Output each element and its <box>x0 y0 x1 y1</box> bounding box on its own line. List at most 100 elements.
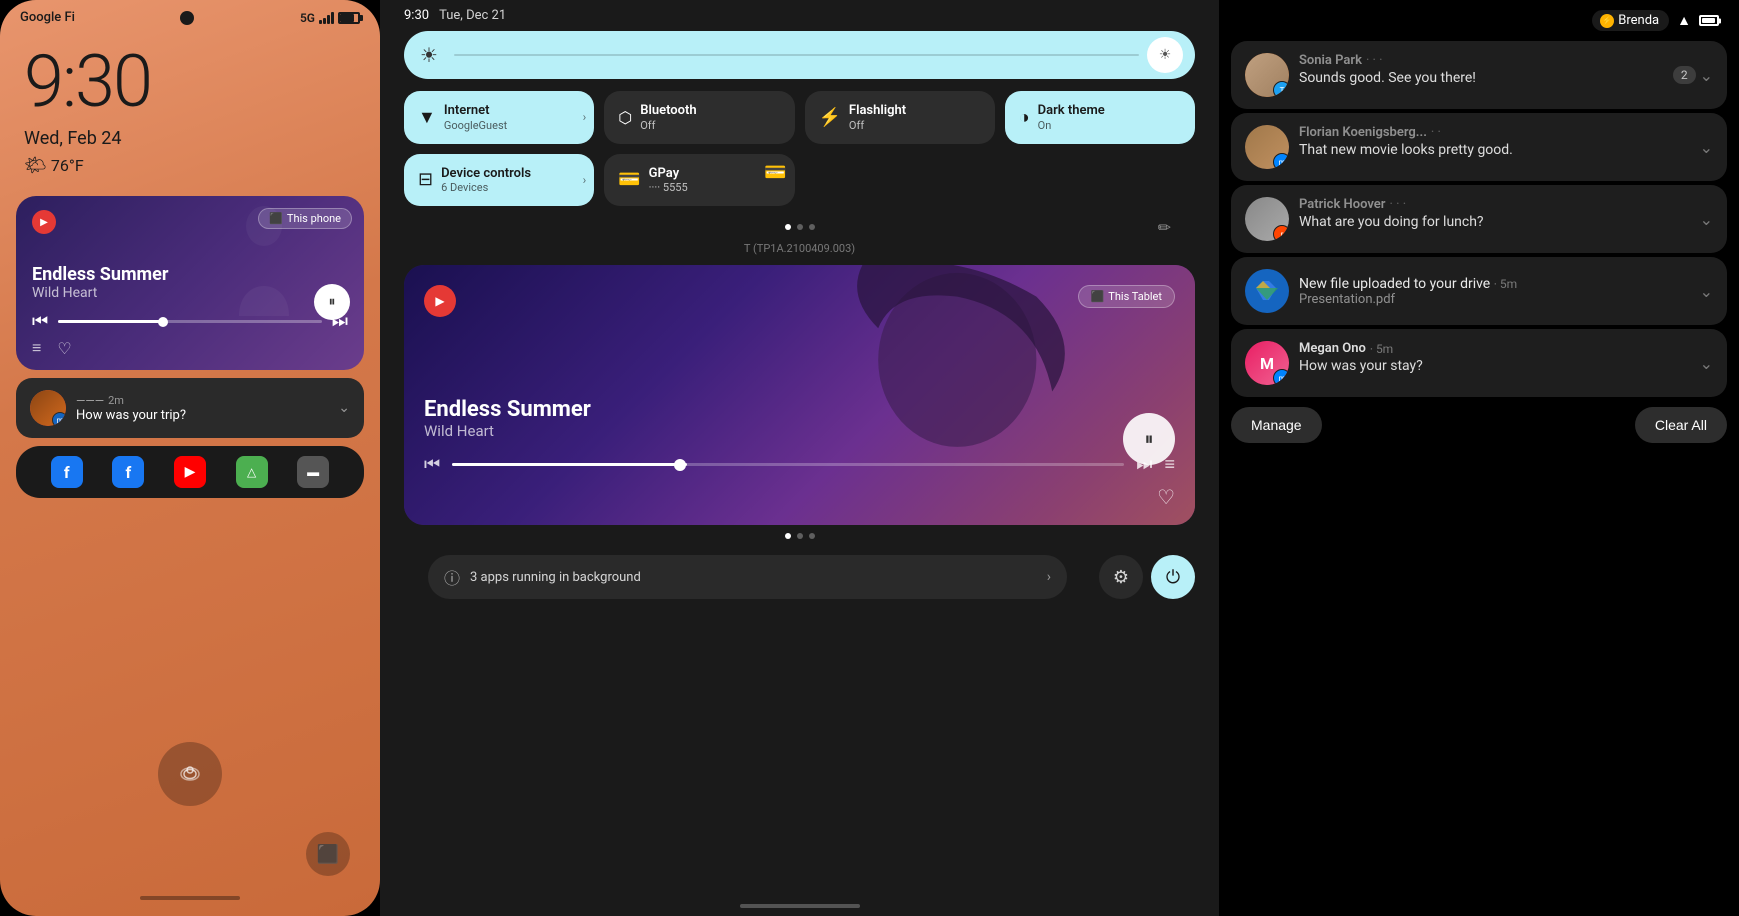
phone-dock-facebook[interactable]: f <box>51 456 83 488</box>
flashlight-icon: ⚡ <box>819 107 841 128</box>
phone-recent-apps-button[interactable]: ⬛ <box>306 832 350 876</box>
qs-dot-1 <box>785 224 791 230</box>
notif-sonia-expand[interactable]: 2 ⌄ <box>1673 66 1713 85</box>
phone-status-bar: Google Fi 5G <box>0 0 380 29</box>
tablet-settings-button[interactable]: ⚙ <box>1099 555 1143 599</box>
notif-drive-subtitle: Presentation.pdf <box>1299 292 1690 307</box>
quick-settings-container: ☀ ☀ ▼ Internet GoogleGuest › ⬡ <box>380 31 1219 255</box>
gpay-card-icon: 💳 <box>764 162 786 183</box>
phone-music-badge-text: This phone <box>287 212 341 225</box>
notif-florian-expand[interactable]: ⌄ <box>1700 138 1713 157</box>
notif-megan-expand[interactable]: ⌄ <box>1700 354 1713 373</box>
flashlight-subtitle: Off <box>849 119 906 132</box>
phone-signal-bars <box>319 12 334 24</box>
qs-tile-internet[interactable]: ▼ Internet GoogleGuest › <box>404 91 594 144</box>
notifications-panel: ⚡ Brenda ▲ T Sonia Park · · · Sounds <box>1219 0 1739 916</box>
brightness-icon: ☀ <box>420 43 438 67</box>
signal-bar-4 <box>331 12 334 24</box>
phone-status-right: 5G <box>300 11 360 25</box>
notification-list: T Sonia Park · · · Sounds good. See you … <box>1219 41 1739 397</box>
notif-item-patrick[interactable]: r Patrick Hoover · · · What are you doin… <box>1231 185 1727 253</box>
notif-patrick-content: Patrick Hoover · · · What are you doing … <box>1299 197 1690 230</box>
phone-dock-app4[interactable]: △ <box>236 456 268 488</box>
notif-sonia-content: Sonia Park · · · Sounds good. See you th… <box>1299 53 1663 86</box>
notif-battery-fill <box>1702 18 1715 23</box>
qs-tile-gpay[interactable]: 💳 GPay ···· 5555 💳 <box>604 154 794 207</box>
brightness-slider[interactable]: ☀ ☀ <box>404 31 1195 79</box>
tablet-music-artist: Wild Heart <box>424 422 1175 440</box>
tablet-progress-thumb <box>674 459 686 471</box>
qs-tile-flashlight[interactable]: ⚡ Flashlight Off <box>805 91 995 144</box>
notif-patrick-name: Patrick Hoover <box>1299 197 1385 212</box>
bluetooth-label: Bluetooth Off <box>640 103 696 132</box>
notif-florian-name: Florian Koenigsberg... <box>1299 125 1427 140</box>
notif-patrick-expand[interactable]: ⌄ <box>1700 210 1713 229</box>
tablet-music-card[interactable]: ▶ ⬛ This Tablet Endless Summer Wild Hear… <box>404 265 1195 525</box>
brightness-thumb-icon: ☀ <box>1159 47 1172 63</box>
notif-clearall-button[interactable]: Clear All <box>1635 407 1727 443</box>
notif-status-name-text: Brenda <box>1618 13 1659 28</box>
internet-label: Internet GoogleGuest <box>444 103 507 132</box>
notif-item-drive[interactable]: New file uploaded to your drive · 5m Pre… <box>1231 257 1727 325</box>
brightness-track-line <box>454 54 1139 56</box>
dark-theme-subtitle: On <box>1038 119 1105 132</box>
flashlight-label: Flashlight Off <box>849 103 906 132</box>
signal-bar-2 <box>323 18 326 24</box>
phone-queue-icon[interactable]: ≡ <box>32 338 41 358</box>
background-apps-row: ⓘ 3 apps running in background › ⚙ ⏻ <box>380 547 1219 607</box>
phone-progress-bar[interactable] <box>58 320 322 323</box>
phone-prev-button[interactable]: ⏮ <box>32 311 48 332</box>
notif-drive-expand[interactable]: ⌄ <box>1700 282 1713 301</box>
notif-item-florian[interactable]: m Florian Koenigsberg... · · That new mo… <box>1231 113 1727 181</box>
gpay-title: GPay <box>649 166 688 182</box>
tablet-music-heart-button[interactable]: ♡ <box>1157 485 1175 509</box>
signal-bar-1 <box>319 20 322 24</box>
messenger-icon: m <box>1278 158 1285 167</box>
notif-megan-app-badge: m <box>1273 369 1289 385</box>
notif-item-sonia[interactable]: T Sonia Park · · · Sounds good. See you … <box>1231 41 1727 109</box>
notif-sonia-message: Sounds good. See you there! <box>1299 70 1663 86</box>
tablet-progress-bar[interactable] <box>452 463 1124 466</box>
tablet-home-indicator <box>740 904 860 908</box>
notif-patrick-sender-row: Patrick Hoover · · · <box>1299 197 1690 212</box>
phone-music-play-button[interactable]: ⏸ <box>314 284 350 320</box>
phone-music-device-badge: ⬛ This phone <box>258 208 352 229</box>
phone-notif-expand-icon[interactable]: ⌄ <box>338 400 350 416</box>
signal-bar-3 <box>327 15 330 24</box>
internet-chevron-icon: › <box>583 110 587 124</box>
qs-page-dots <box>785 224 815 230</box>
phone-heart-icon[interactable]: ♡ <box>57 339 71 358</box>
tablet-music-play-button[interactable]: ⏸ <box>1123 413 1175 465</box>
notif-megan-time: · 5m <box>1370 342 1393 356</box>
reddit-icon: r <box>1281 230 1284 239</box>
phone-dock-facebook2[interactable]: f <box>112 456 144 488</box>
tablet-time: 9:30 <box>404 8 429 23</box>
phone-weather-temp: 76°F <box>51 156 84 175</box>
phone-dock-youtube[interactable]: ▶ <box>174 456 206 488</box>
notif-patrick-message: What are you doing for lunch? <box>1299 214 1690 230</box>
qs-tile-dark-theme[interactable]: ◑ Dark theme On <box>1005 91 1195 144</box>
tablet-prev-button[interactable]: ⏮ <box>424 454 440 475</box>
phone-music-card[interactable]: ▶ ⬛ This phone Endless Summer Wild Heart… <box>16 196 364 370</box>
background-apps-bar[interactable]: ⓘ 3 apps running in background › <box>428 555 1067 599</box>
notif-sonia-avatar: T <box>1245 53 1289 97</box>
device-controls-title: Device controls <box>441 166 531 182</box>
qs-build-info: T (TP1A.2100409.003) <box>404 242 1195 255</box>
tablet-power-button[interactable]: ⏻ <box>1151 555 1195 599</box>
tablet-music-app-icon: ▶ <box>424 285 456 317</box>
qs-edit-icon[interactable]: ✏ <box>1158 218 1171 237</box>
phone-dock-app5[interactable]: ▬ <box>297 456 329 488</box>
notif-megan-content: Megan Ono · 5m How was your stay? <box>1299 341 1690 374</box>
notif-florian-chevron-icon: ⌄ <box>1700 138 1713 157</box>
phone-notification-card[interactable]: m ——— 2m How was your trip? ⌄ <box>16 378 364 438</box>
background-apps-info-icon: ⓘ <box>444 565 460 589</box>
qs-tile-bluetooth[interactable]: ⬡ Bluetooth Off <box>604 91 794 144</box>
notif-manage-button[interactable]: Manage <box>1231 407 1322 443</box>
phone-progress-thumb <box>158 317 168 327</box>
notif-battery-icon <box>1699 15 1719 26</box>
phone-fingerprint-button[interactable] <box>158 742 222 806</box>
phone-music-badge-icon: ⬛ <box>269 212 283 225</box>
device-controls-icon: ⊟ <box>418 169 433 190</box>
notif-item-megan[interactable]: M m Megan Ono · 5m How was your stay? ⌄ <box>1231 329 1727 397</box>
qs-tile-device-controls[interactable]: ⊟ Device controls 6 Devices › <box>404 154 594 207</box>
